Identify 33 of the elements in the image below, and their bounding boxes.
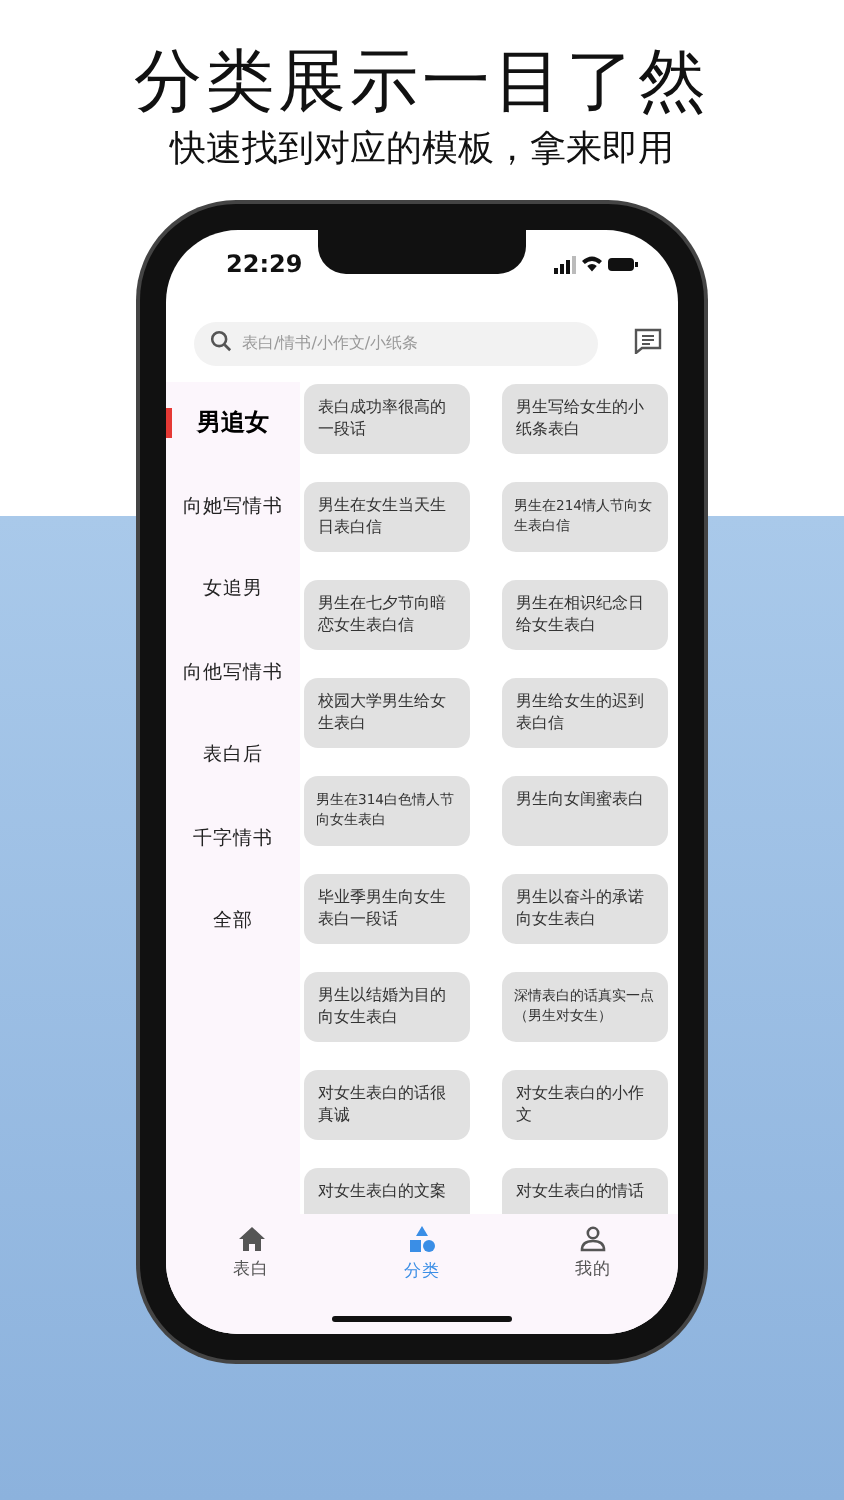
category-item[interactable]: 向她写情书 [166,465,300,548]
template-card[interactable]: 对女生表白的话很真诚 [304,1070,470,1140]
template-card[interactable]: 对女生表白的情话 [502,1168,668,1214]
template-card[interactable]: 校园大学男生给女生表白 [304,678,470,748]
message-icon[interactable] [634,327,662,353]
headline: 分类展示一目了然 [134,40,710,124]
category-item[interactable]: 全部 [166,880,300,963]
template-card[interactable]: 男生以结婚为目的向女生表白 [304,972,470,1042]
subheadline: 快速找到对应的模板，拿来即用 [170,126,674,174]
category-item[interactable]: 女追男 [166,548,300,631]
template-card[interactable]: 表白成功率很高的一段话 [304,384,470,454]
person-icon [579,1226,606,1252]
tab[interactable]: 我的 [532,1226,653,1310]
template-card[interactable]: 毕业季男生向女生表白一段话 [304,874,470,944]
template-card[interactable]: 男生在七夕节向暗恋女生表白信 [304,580,470,650]
template-card[interactable]: 对女生表白的文案 [304,1168,470,1214]
shapes-icon [407,1226,436,1254]
template-card[interactable]: 男生在女生当天生日表白信 [304,482,470,552]
template-card[interactable]: 男生向女闺蜜表白 [502,776,668,846]
template-card[interactable]: 男生给女生的迟到表白信 [502,678,668,748]
category-item[interactable]: 千字情书 [166,797,300,880]
category-item[interactable]: 向他写情书 [166,631,300,714]
status-icons [554,254,638,274]
search-field[interactable]: 表白/情书/小作文/小纸条 [194,321,598,365]
home-icon [237,1226,266,1252]
category-item[interactable]: 表白后 [166,714,300,797]
template-card[interactable]: 男生写给女生的小纸条表白 [502,384,668,454]
status-time: 22:29 [226,250,303,278]
template-card[interactable]: 对女生表白的小作文 [502,1070,668,1140]
search-icon [210,329,232,351]
tab[interactable]: 表白 [191,1226,312,1310]
template-card[interactable]: 男生在相识纪念日给女生表白 [502,580,668,650]
template-card[interactable]: 男生以奋斗的承诺向女生表白 [502,874,668,944]
